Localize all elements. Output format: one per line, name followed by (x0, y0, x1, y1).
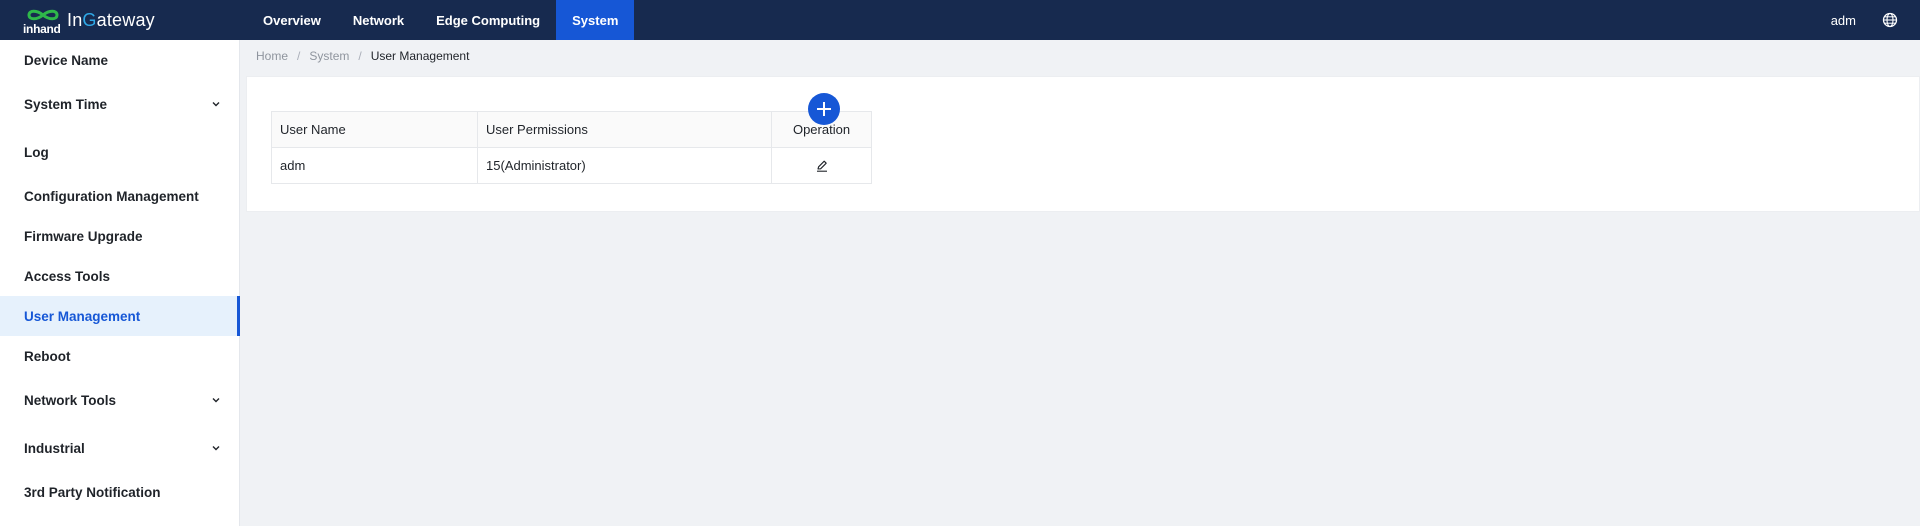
breadcrumb-current: User Management (370, 49, 470, 63)
table-row: adm 15(Administrator) (271, 147, 872, 184)
sidebar-item-firmware-upgrade[interactable]: Firmware Upgrade (0, 216, 239, 256)
sidebar-item-access-tools[interactable]: Access Tools (0, 256, 239, 296)
logo: inhand InGateway (0, 0, 247, 40)
globe-icon[interactable] (1882, 12, 1898, 28)
sidebar-item-label: User Management (24, 308, 141, 324)
add-user-button[interactable] (808, 93, 840, 125)
top-right-controls: adm (1831, 0, 1898, 40)
sidebar: Device Name System Time Log Configuratio… (0, 40, 240, 526)
sidebar-item-device-name[interactable]: Device Name (0, 40, 239, 80)
sidebar-item-label: Access Tools (24, 268, 111, 284)
sidebar-item-system-time[interactable]: System Time (0, 80, 239, 128)
sidebar-item-log[interactable]: Log (0, 128, 239, 176)
main-nav: Overview Network Edge Computing System (247, 0, 635, 40)
sidebar-item-label: System Time (24, 96, 108, 112)
sidebar-item-label: 3rd Party Notification (24, 484, 161, 500)
logo-infinity-icon (27, 9, 59, 21)
cell-user-permissions: 15(Administrator) (477, 147, 772, 184)
sidebar-item-reboot[interactable]: Reboot (0, 336, 239, 376)
breadcrumb: Home / System / User Management (256, 40, 469, 72)
nav-system[interactable]: System (556, 0, 635, 40)
sidebar-item-label: Device Name (24, 52, 109, 68)
edit-icon[interactable] (815, 159, 829, 173)
sidebar-item-3rd-party-notification[interactable]: 3rd Party Notification (0, 472, 239, 512)
product-name-g: G (82, 9, 97, 30)
main-content: Home / System / User Management User Nam… (241, 40, 1920, 526)
sidebar-item-label: Network Tools (24, 392, 117, 408)
chevron-down-icon (212, 446, 220, 451)
product-name-prefix: In (67, 9, 83, 30)
users-table: User Name User Permissions Operation adm… (271, 111, 872, 184)
breadcrumb-separator: / (297, 49, 301, 63)
logo-mark: inhand (22, 4, 64, 36)
top-navigation-bar: inhand InGateway Overview Network Edge C… (0, 0, 1920, 40)
column-header-user-permissions: User Permissions (477, 111, 772, 148)
sidebar-item-configuration-management[interactable]: Configuration Management (0, 176, 239, 216)
product-name: InGateway (67, 10, 155, 31)
sidebar-item-label: Industrial (24, 440, 85, 456)
breadcrumb-system[interactable]: System (309, 49, 349, 63)
breadcrumb-separator: / (358, 49, 362, 63)
sidebar-item-user-management[interactable]: User Management (0, 296, 240, 336)
plus-icon (817, 102, 831, 116)
nav-network[interactable]: Network (337, 0, 420, 40)
user-management-panel: User Name User Permissions Operation adm… (246, 76, 1920, 212)
column-header-user-name: User Name (271, 111, 478, 148)
sidebar-item-label: Configuration Management (24, 188, 199, 204)
chevron-down-icon (212, 102, 220, 107)
nav-overview[interactable]: Overview (247, 0, 337, 40)
sidebar-item-label: Firmware Upgrade (24, 228, 143, 244)
user-menu[interactable]: adm (1831, 13, 1856, 28)
nav-edge-computing[interactable]: Edge Computing (420, 0, 556, 40)
sidebar-item-industrial[interactable]: Industrial (0, 424, 239, 472)
sidebar-item-network-tools[interactable]: Network Tools (0, 376, 239, 424)
table-header-row: User Name User Permissions Operation (271, 111, 872, 148)
sidebar-item-label: Reboot (24, 348, 71, 364)
cell-user-name: adm (271, 147, 478, 184)
sidebar-item-label: Log (24, 144, 49, 160)
breadcrumb-home[interactable]: Home (256, 49, 288, 63)
cell-operation (771, 147, 872, 184)
chevron-down-icon (212, 398, 220, 403)
logo-brand-text: inhand (23, 22, 61, 36)
product-name-suffix: ateway (96, 9, 155, 30)
